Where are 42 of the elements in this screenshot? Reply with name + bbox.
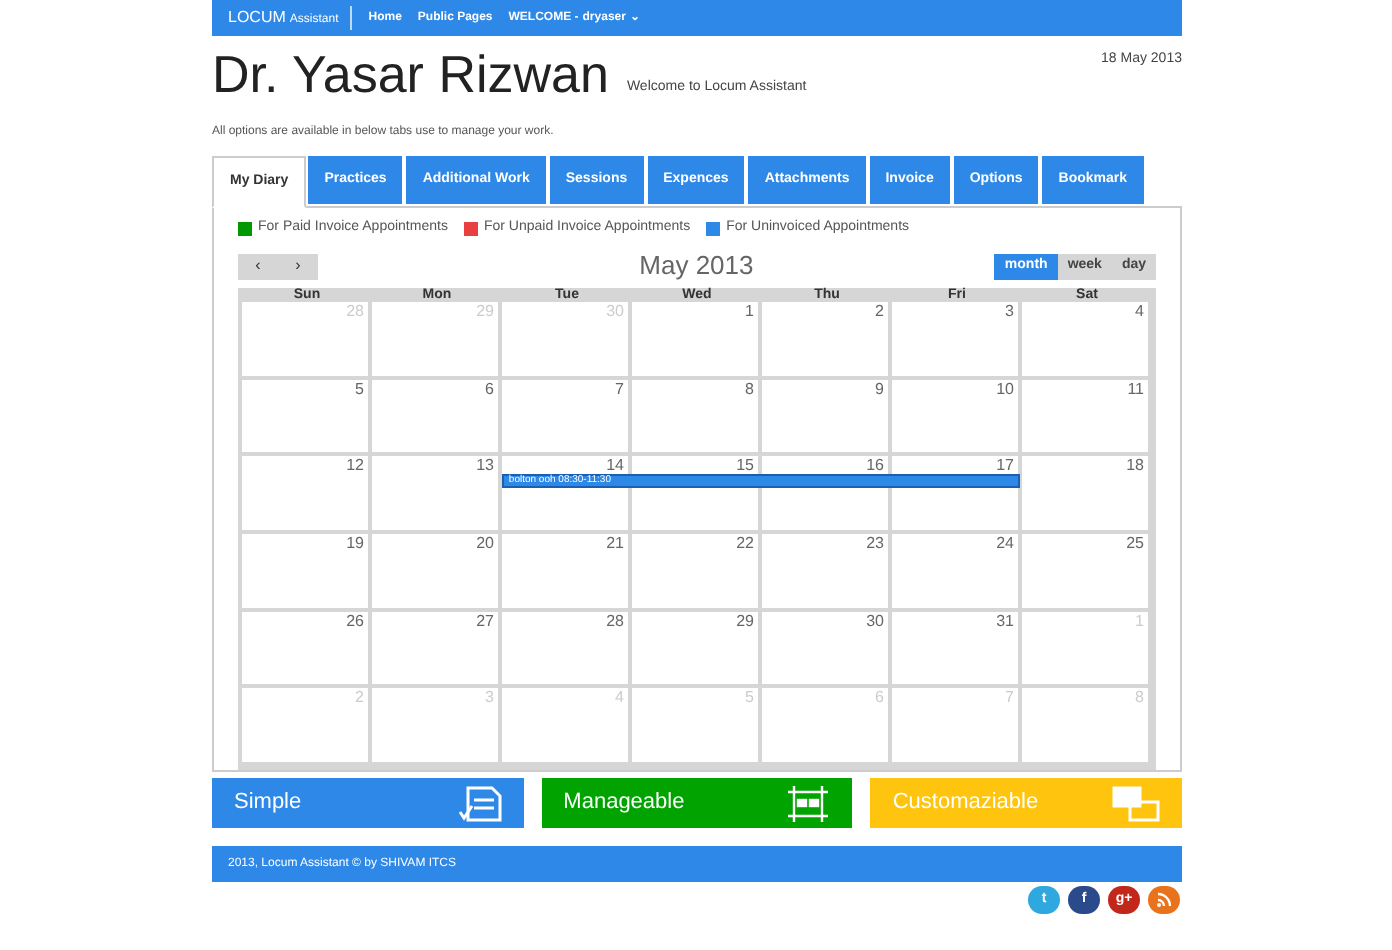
day-number: 7 [613,379,626,398]
day-number: 4 [1133,302,1146,320]
day-number: 5 [353,379,366,398]
day-number: 2 [873,302,886,320]
day-number: 23 [864,534,886,553]
day-number: 1 [743,302,756,320]
day-number: 29 [734,611,756,630]
grid-icon [786,783,831,823]
form-icon [457,783,502,823]
day-number: 19 [344,534,366,553]
pictures-icon [1112,785,1161,821]
feature-label: Simple [234,788,302,819]
rss-icon[interactable] [1148,886,1180,914]
calendar-title: May 2013 [637,248,756,285]
day-number: 13 [474,456,496,475]
day-number: 16 [864,456,886,475]
day-number: 8 [743,379,756,398]
day-number: 12 [344,456,366,475]
feature-label: Customaziable [892,788,1039,819]
day-number: 24 [994,534,1016,553]
page-title: Dr. Yasar Rizwan [212,48,609,100]
day-number: 27 [474,611,496,630]
day-number: 21 [604,534,626,553]
previous-button[interactable]: ‹ [238,253,278,279]
day-number: 11 [1125,379,1146,398]
day-number: 26 [344,611,366,630]
day-number: 3 [1003,302,1016,320]
day-number: 31 [994,611,1016,630]
day-number: 15 [734,456,756,475]
day-number: 6 [483,379,496,398]
day-number: 28 [604,611,626,630]
day-number: 25 [1124,534,1146,553]
day-number: 14 [604,456,626,475]
feature-label: Manageable [563,788,685,819]
next-button[interactable]: › [278,253,318,279]
day-number: 20 [474,534,496,553]
day-number: 10 [994,379,1016,398]
day-number: 22 [734,534,756,553]
day-number: 30 [864,611,886,630]
day-number: 17 [994,456,1016,475]
day-number: 18 [1124,456,1146,475]
day-number: 9 [873,379,886,398]
